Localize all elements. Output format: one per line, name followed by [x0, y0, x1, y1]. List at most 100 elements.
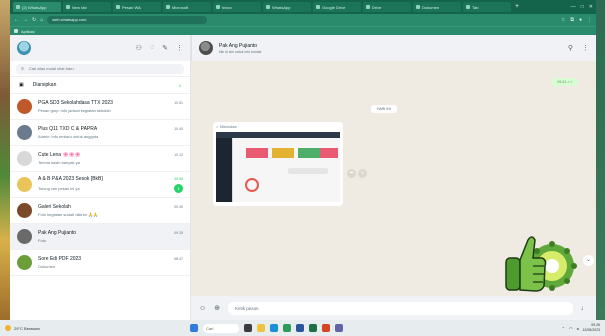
new-tab-button[interactable]: +	[513, 3, 521, 11]
taskbar-search[interactable]: Cari	[203, 323, 239, 333]
new-chat-icon[interactable]: ✎	[162, 44, 168, 52]
image-message[interactable]: ✓ Diteruskan	[213, 122, 343, 206]
browser-tab[interactable]: Microsoft	[163, 2, 211, 12]
minimize-icon[interactable]: —	[571, 4, 576, 10]
archived-row[interactable]: ▣ Diarsipkan 4	[10, 77, 190, 94]
excel-icon[interactable]	[309, 324, 317, 332]
favicon-icon	[266, 5, 270, 9]
avatar	[17, 99, 32, 114]
teams-icon[interactable]	[335, 324, 343, 332]
search-icon[interactable]: ⚲	[568, 44, 573, 52]
browser-tab[interactable]: Pesan WA	[113, 2, 161, 12]
browser-tab[interactable]: Inbox	[213, 2, 261, 12]
forward-icon[interactable]: ➦	[347, 169, 356, 178]
chat-time: 09.58	[174, 177, 183, 181]
url-field[interactable]: web.whatsapp.com	[47, 16, 208, 24]
chat-list-item[interactable]: A & B P&A 2023 Sesok [BkB] 09.58 Tolong ce…	[10, 172, 190, 198]
windows-taskbar: 29°C Berawan Cari ⌃ ◠ ◂ 09.26 12/05/2023	[0, 320, 605, 336]
chat-list-item[interactable]: Cute Lena 🌸🌸🌸 10.12 Terima kasih banyak ya	[10, 146, 190, 172]
menu-icon[interactable]: ⋮	[176, 44, 183, 52]
message-input[interactable]: Ketik pesan	[228, 301, 573, 315]
favicon-icon	[316, 5, 320, 9]
chrome-icon[interactable]	[283, 324, 291, 332]
chat-list-item[interactable]: PGA SD3 Sekolahdasa TTX 2023 10.51 Pesan g…	[10, 94, 190, 120]
favicon-icon	[466, 5, 470, 9]
chevron-up-icon[interactable]: ⌃	[562, 326, 565, 331]
avatar	[17, 151, 32, 166]
chat-last-message: Tolong cek pesan ini ya	[38, 186, 80, 191]
tab-strip: (2) WhatsApp New tab Pesan WA Microsoft …	[10, 0, 596, 14]
chat-list-item[interactable]: Plus Q11 TXD C & PAPRA 10.40 Admin: info t…	[10, 120, 190, 146]
browser-menu-icon[interactable]: ⋮	[587, 17, 592, 23]
thumbs-up-sticker[interactable]	[500, 230, 578, 296]
emoji-icon[interactable]: ☺	[199, 305, 206, 312]
browser-tab[interactable]: (2) WhatsApp	[13, 2, 61, 12]
avatar	[17, 125, 32, 140]
favicon-icon	[166, 5, 170, 9]
archived-count: 4	[178, 82, 181, 88]
chat-list-item[interactable]: Galeri Sekolah 09.30 Foto kegiatan sudah d…	[10, 198, 190, 224]
powerpoint-icon[interactable]	[322, 324, 330, 332]
scroll-down-button[interactable]: ⌄	[583, 255, 594, 266]
avatar	[17, 229, 32, 244]
browser-tab[interactable]: Drive	[363, 2, 411, 12]
browser-tab[interactable]: Tab	[463, 2, 511, 12]
search-row: ⚲ Cari atau mulai chat baru	[10, 61, 190, 77]
star-icon[interactable]: ☆	[561, 17, 565, 23]
chat-sidebar: ⚇ ◌ ✎ ⋮ ⚲ Cari atau mulai chat baru ▣ Di…	[10, 35, 191, 320]
chat-time: 10.51	[174, 101, 183, 105]
clock[interactable]: 09.26 12/05/2023	[582, 323, 600, 333]
whatsapp-app: ⚇ ◌ ✎ ⋮ ⚲ Cari atau mulai chat baru ▣ Di…	[10, 35, 596, 320]
reaction-icon[interactable]: ☺	[358, 169, 367, 178]
word-icon[interactable]	[296, 324, 304, 332]
browser-tab[interactable]: Dokumen	[413, 2, 461, 12]
chat-time: 08.47	[174, 257, 183, 261]
browser-tab[interactable]: New tab	[63, 2, 111, 12]
chat-name: A & B P&A 2023 Sesok [BkB]	[38, 176, 103, 182]
avatar[interactable]	[17, 41, 31, 55]
wifi-icon[interactable]: ◠	[569, 326, 573, 331]
browser-tab[interactable]: WhatsApp	[263, 2, 311, 12]
browser-window: (2) WhatsApp New tab Pesan WA Microsoft …	[10, 0, 596, 320]
bookmark-item[interactable]: Aplikasi	[21, 29, 35, 34]
date-divider: HARI INI	[371, 105, 397, 113]
file-explorer-icon[interactable]	[257, 324, 265, 332]
chat-last-message: Pesan grup: info jadwal kegiatan sekolah	[38, 108, 111, 113]
chat-list-item[interactable]: Pak Ang Pujianto 09.25 Foto	[10, 224, 190, 250]
browser-tab[interactable]: Google Drive	[313, 2, 361, 12]
menu-icon[interactable]: ⋮	[582, 44, 589, 52]
volume-icon[interactable]: ◂	[576, 326, 578, 331]
conversation-header[interactable]: Pak Ang Pujianto klik di sini untuk info…	[191, 35, 596, 61]
profile-icon[interactable]: ●	[579, 17, 582, 23]
screenshot-image[interactable]	[216, 132, 340, 202]
community-icon[interactable]: ⚇	[136, 44, 142, 52]
back-icon[interactable]: ←	[14, 17, 19, 23]
bookmarks-bar: Aplikasi	[10, 26, 596, 35]
forward-icon[interactable]: →	[23, 17, 28, 23]
mic-icon[interactable]: ♩	[581, 305, 588, 312]
chat-name: Galeri Sekolah	[38, 204, 71, 210]
task-view-icon[interactable]	[244, 324, 252, 332]
search-input[interactable]: ⚲ Cari atau mulai chat baru	[16, 63, 184, 74]
chat-name: Pak Ang Pujianto	[38, 230, 77, 236]
avatar	[17, 177, 32, 192]
edge-icon[interactable]	[270, 324, 278, 332]
desktop-wallpaper-right	[596, 0, 605, 320]
reload-icon[interactable]: ↻	[32, 17, 36, 23]
maximize-icon[interactable]: □	[581, 4, 584, 10]
chat-last-message: Terima kasih banyak ya	[38, 160, 80, 165]
weather-widget[interactable]: 29°C Berawan	[5, 325, 40, 331]
forwarded-label: ✓ Diteruskan	[216, 125, 237, 129]
contact-avatar[interactable]	[199, 41, 213, 55]
extensions-icon[interactable]: ⧉	[570, 17, 574, 23]
close-icon[interactable]: ✕	[589, 4, 593, 10]
status-icon[interactable]: ◌	[150, 44, 154, 52]
outgoing-message[interactable]: 09.24 ✓✓	[552, 78, 578, 86]
attach-icon[interactable]: ⊕	[214, 304, 220, 312]
chat-list-item[interactable]: Sore Edi PDF 2023 08.47 Dokumen	[10, 250, 190, 276]
start-icon[interactable]	[190, 324, 198, 332]
chat-name: PGA SD3 Sekolahdasa TTX 2023	[38, 100, 113, 106]
home-icon[interactable]: ⌂	[40, 17, 43, 23]
message-area: 09.24 ✓✓ HARI INI ✓ Diteruskan ➦ ☺ ⌄	[191, 61, 596, 296]
avatar	[17, 203, 32, 218]
